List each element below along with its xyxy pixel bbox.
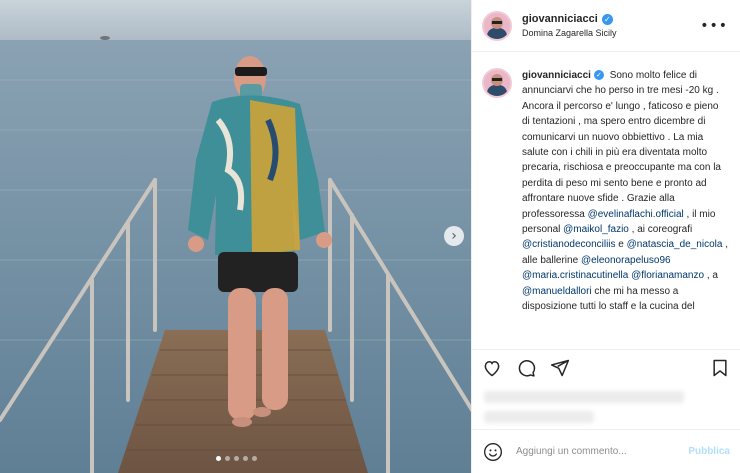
comment-icon[interactable] (516, 358, 536, 378)
avatar[interactable] (482, 10, 512, 41)
caption-area: giovanniciacci ✓ Sono molto felice di ann… (472, 52, 740, 349)
post-header: giovanniciacci ✓ Domina Zagarella Sicily… (472, 0, 740, 52)
mention-link[interactable]: @evelinaflachi.official (588, 209, 684, 220)
comment-bar: Pubblica (472, 429, 740, 473)
mention-link[interactable]: @eleonorapeluso96 (581, 255, 671, 266)
publish-button[interactable]: Pubblica (688, 446, 730, 457)
carousel-dot (243, 456, 248, 461)
likes-and-date-blurred (472, 385, 740, 429)
header-text: giovanniciacci ✓ Domina Zagarella Sicily (522, 13, 700, 38)
comment-input[interactable] (514, 445, 689, 458)
caption-text: , ai coreografi (628, 224, 693, 236)
heart-icon[interactable] (482, 358, 502, 378)
caption-text: Sono molto felice di annunciarvi che ho … (522, 70, 721, 220)
more-options-icon[interactable]: ••• (700, 18, 728, 34)
carousel-indicator (216, 456, 257, 461)
avatar[interactable] (482, 68, 512, 98)
post-photo[interactable]: › (0, 0, 471, 473)
photo-man-on-pier (0, 0, 471, 473)
mention-link[interactable]: @maria.cristinacutinella (522, 270, 628, 281)
action-bar (472, 349, 740, 385)
location-link[interactable]: Domina Zagarella Sicily (522, 28, 700, 38)
caption-text: e (615, 239, 627, 251)
chevron-right-icon: › (451, 228, 457, 244)
caption-text: , a (704, 270, 718, 282)
carousel-dot (252, 456, 257, 461)
username-link[interactable]: giovanniciacci (522, 13, 598, 25)
mention-link[interactable]: @manueldallori (522, 286, 592, 297)
verified-badge-icon: ✓ (593, 70, 604, 81)
verified-badge-icon: ✓ (601, 13, 613, 25)
post-caption: giovanniciacci ✓ Sono molto felice di ann… (522, 68, 728, 349)
next-slide-button[interactable]: › (444, 226, 464, 246)
smiley-icon[interactable] (482, 441, 504, 463)
mention-link[interactable]: @cristianodeconciliis (522, 239, 616, 250)
mention-link[interactable]: @maikol_fazio (563, 224, 629, 235)
bookmark-icon[interactable] (710, 358, 730, 378)
paper-plane-icon[interactable] (550, 358, 570, 378)
carousel-dot (216, 456, 221, 461)
caption-username[interactable]: giovanniciacci (522, 70, 591, 81)
post-sidebar: giovanniciacci ✓ Domina Zagarella Sicily… (471, 0, 740, 473)
mention-link[interactable]: @florianamanzo (631, 270, 704, 281)
instagram-post: › giovanniciacci ✓ Domina Zagarella Sici… (0, 0, 740, 473)
mention-link[interactable]: @natascia_de_nicola (627, 239, 723, 250)
carousel-dot (234, 456, 239, 461)
carousel-dot (225, 456, 230, 461)
